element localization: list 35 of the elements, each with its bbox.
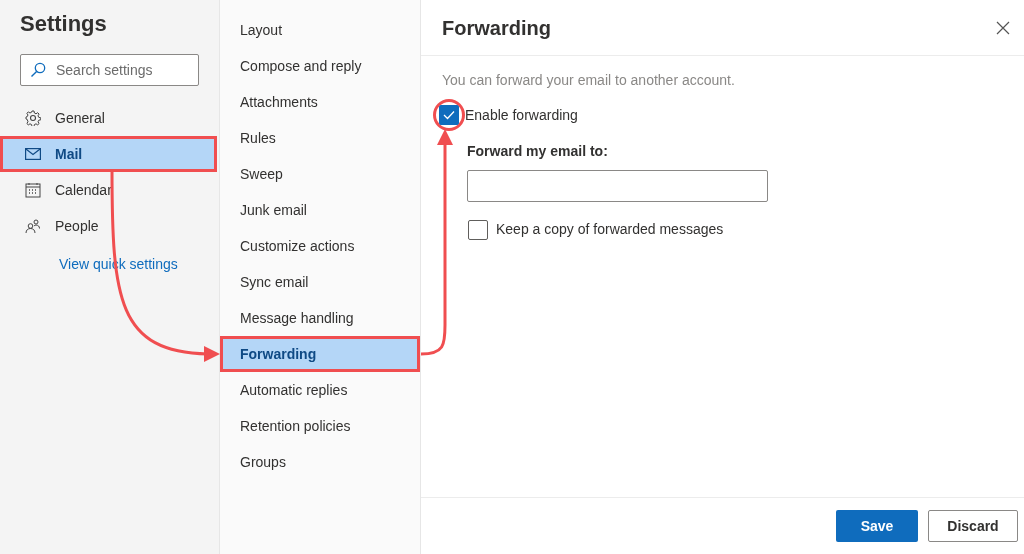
panel-title: Forwarding — [442, 15, 551, 41]
settings-item[interactable]: Retention policies — [220, 408, 420, 444]
settings-item[interactable]: Attachments — [220, 84, 420, 120]
people-icon — [25, 218, 41, 234]
discard-button[interactable]: Discard — [928, 510, 1018, 542]
close-icon[interactable] — [996, 20, 1010, 35]
save-button[interactable]: Save — [836, 510, 918, 542]
settings-item[interactable]: Customize actions — [220, 228, 420, 264]
settings-item[interactable]: Layout — [220, 12, 420, 48]
settings-item[interactable]: Junk email — [220, 192, 420, 228]
settings-item[interactable]: Compose and reply — [220, 48, 420, 84]
checkbox[interactable] — [439, 105, 459, 125]
settings-item[interactable]: Rules — [220, 120, 420, 156]
nav-item[interactable]: Mail — [0, 136, 217, 172]
settings-item[interactable]: Message handling — [220, 300, 420, 336]
nav-item[interactable]: Calendar — [0, 172, 217, 208]
settings-item[interactable]: Sweep — [220, 156, 420, 192]
field-label: Forward my email to: — [467, 142, 608, 161]
search-field[interactable]: Search settings — [20, 54, 199, 86]
settings-item[interactable]: Groups — [220, 444, 420, 480]
checkbox-label: Keep a copy of forwarded messages — [496, 220, 724, 239]
settings-item[interactable]: Automatic replies — [220, 372, 420, 408]
check-icon — [443, 110, 455, 120]
nav-item[interactable]: People — [0, 208, 217, 244]
calendar-icon — [25, 182, 41, 198]
mail-icon — [25, 148, 41, 160]
nav-item[interactable]: General — [0, 100, 217, 136]
settings-title: Settings — [20, 10, 108, 38]
checkbox[interactable] — [468, 219, 488, 240]
checkbox-label: Enable forwarding — [465, 105, 578, 125]
settings-item[interactable]: Forwarding — [220, 336, 420, 372]
gear-icon — [25, 110, 41, 126]
settings-item[interactable]: Sync email — [220, 264, 420, 300]
description-text: You can forward your email to another account. — [442, 71, 736, 90]
email-input-field[interactable] — [467, 170, 768, 202]
